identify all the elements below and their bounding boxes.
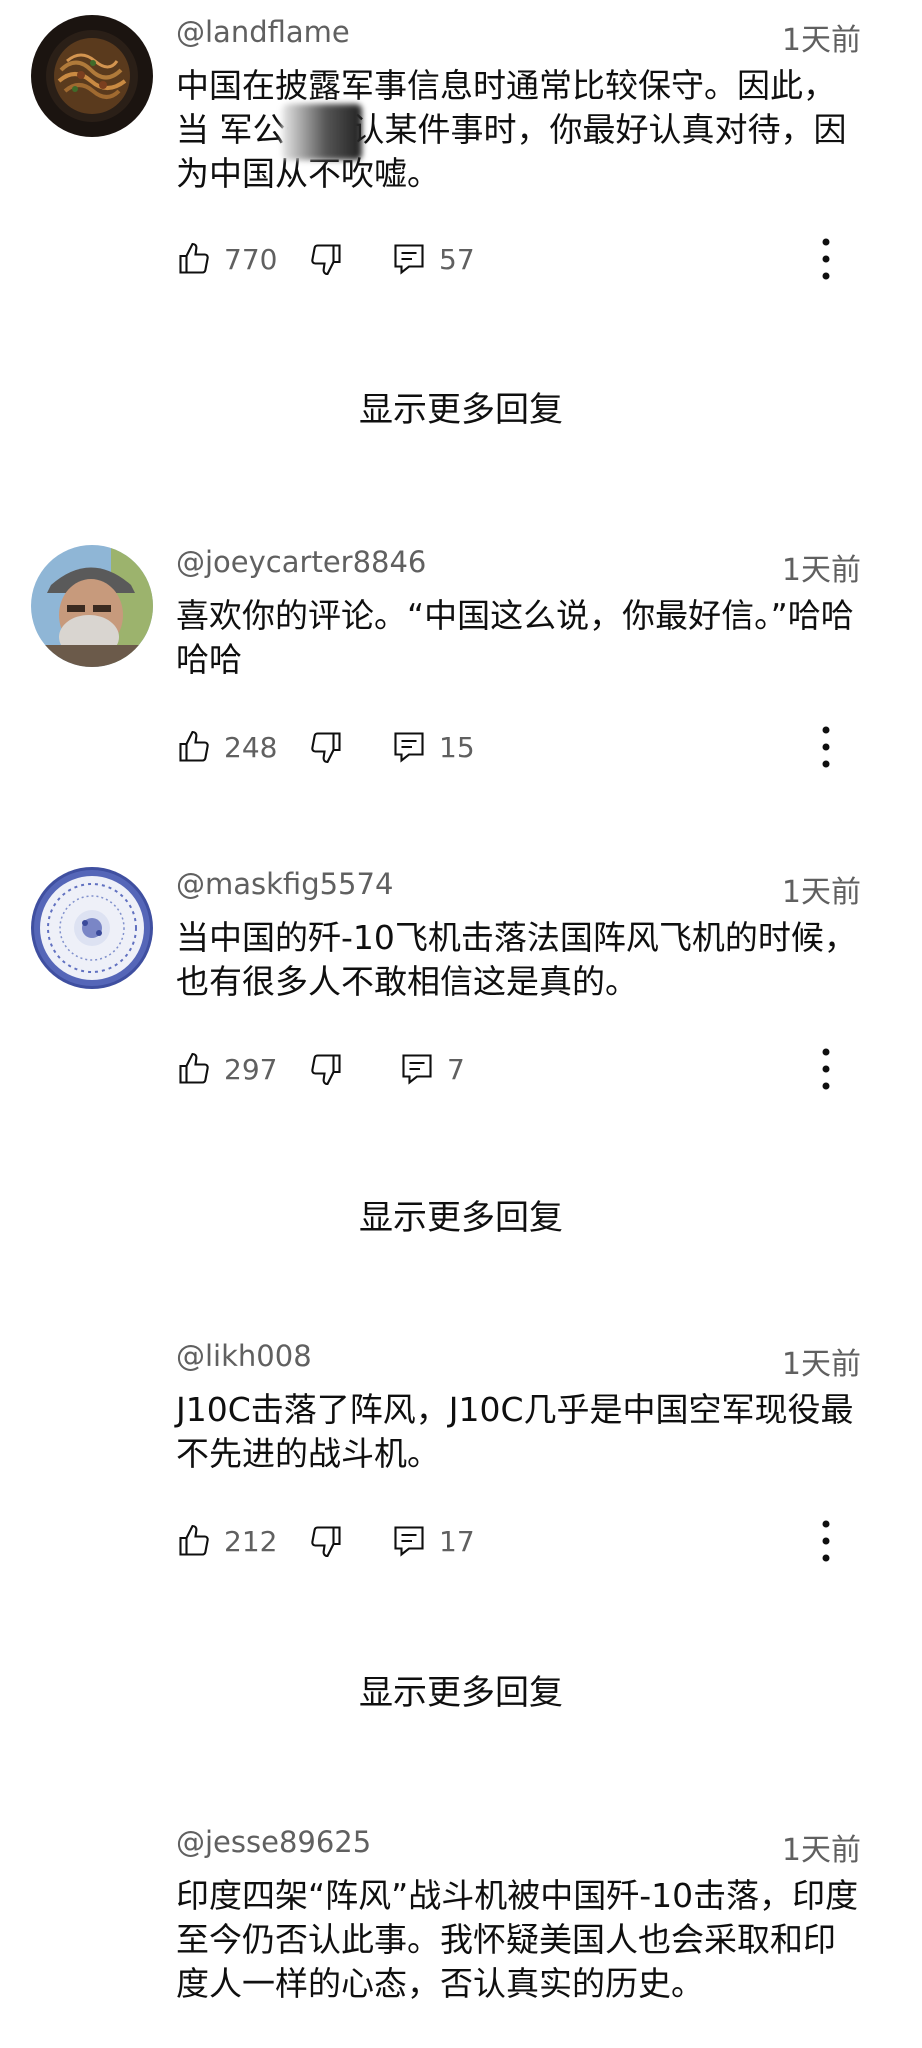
comment-item: @maskfig5574 1天前 当中国的歼-10飞机击落法国阵风飞机的时候，也… — [0, 852, 922, 1112]
thumbs-down-icon — [311, 1054, 341, 1086]
comment-timestamp: 1天前 — [781, 1347, 861, 1382]
like-count: 770 — [224, 242, 278, 276]
dislike-button[interactable] — [308, 722, 344, 772]
thumbs-up-icon — [179, 1524, 209, 1556]
comment-item: @joeycarter8846 1天前 喜欢你的评论。“中国这么说，你最好信。”… — [0, 530, 922, 790]
reply-count: 57 — [439, 242, 475, 276]
like-button[interactable]: 212 — [176, 1516, 277, 1566]
comment-item: @jesse89625 1天前 印度四架“阵风”战斗机被中国歼-10击落，印度至… — [0, 1810, 922, 2048]
porcelain-plate-avatar[interactable] — [31, 867, 153, 989]
thumbs-down-icon — [311, 732, 341, 764]
like-button[interactable]: 248 — [176, 722, 277, 772]
reply-button[interactable]: 7 — [399, 1044, 465, 1094]
like-button[interactable]: 297 — [176, 1044, 277, 1094]
comment-author[interactable]: @landflame — [176, 15, 350, 49]
comment-text: 印度四架“阵风”战斗机被中国歼-10击落，印度至今仍否认此事。我怀疑美国人也会采… — [176, 1876, 859, 2003]
comment-author[interactable]: @jesse89625 — [176, 1825, 371, 1859]
bearded-man-avatar[interactable] — [31, 545, 153, 667]
reply-button[interactable]: 57 — [391, 234, 475, 284]
thumbs-up-icon — [179, 1052, 209, 1084]
comment-author[interactable]: @maskfig5574 — [176, 867, 393, 901]
comment-text: 当中国的歼-10飞机击落法国阵风飞机的时候，也有很多人不敢相信这是真的。 — [176, 918, 857, 1001]
more-options-icon[interactable] — [816, 1044, 836, 1094]
reply-count: 17 — [439, 1524, 475, 1558]
thumbs-up-icon — [179, 242, 209, 274]
like-count: 212 — [224, 1524, 278, 1558]
reply-icon — [394, 244, 424, 275]
dislike-button[interactable] — [308, 1516, 344, 1566]
like-count: 248 — [224, 730, 278, 764]
reply-icon — [394, 732, 424, 763]
comment-author[interactable]: @likh008 — [176, 1339, 312, 1373]
show-more-replies-button[interactable]: 显示更多回复 — [0, 1665, 922, 1714]
thumbs-up-icon — [179, 730, 209, 762]
reply-count: 15 — [439, 730, 475, 764]
comment-timestamp: 1天前 — [781, 875, 861, 910]
noodle-bowl-avatar[interactable] — [31, 15, 153, 137]
comment-text: 喜欢你的评论。“中国这么说，你最好信。”哈哈哈哈 — [176, 596, 854, 679]
comment-text: 中国在披露军事信息时通常比较保守。因此，当 军公开确认某件事时，你最好认真对待，… — [176, 66, 847, 193]
like-button[interactable]: 770 — [176, 234, 277, 284]
comment-timestamp: 1天前 — [781, 23, 861, 58]
dislike-button[interactable] — [308, 234, 344, 284]
more-options-icon[interactable] — [816, 722, 836, 772]
more-options-icon[interactable] — [816, 1516, 836, 1566]
reply-count: 7 — [447, 1052, 465, 1086]
reply-button[interactable]: 17 — [391, 1516, 475, 1566]
comment-timestamp: 1天前 — [781, 553, 861, 588]
dislike-button[interactable] — [308, 1044, 344, 1094]
show-more-replies-button[interactable]: 显示更多回复 — [0, 1190, 922, 1239]
thumbs-down-icon — [311, 1526, 341, 1558]
more-options-icon[interactable] — [816, 234, 836, 284]
show-more-replies-button[interactable]: 显示更多回复 — [0, 382, 922, 431]
reply-icon — [402, 1054, 432, 1085]
comment-timestamp: 1天前 — [781, 1833, 861, 1868]
comment-item: @likh008 1天前 J10C击落了阵风，J10C几乎是中国空军现役最不先进… — [0, 1324, 922, 1584]
comment-item: @landflame 1天前 中国在披露军事信息时通常比较保守。因此，当 军公开… — [0, 0, 922, 300]
reply-button[interactable]: 15 — [391, 722, 475, 772]
like-count: 297 — [224, 1052, 278, 1086]
comment-author[interactable]: @joeycarter8846 — [176, 545, 426, 579]
redaction-blur — [282, 104, 362, 160]
reply-icon — [394, 1526, 424, 1557]
comment-text: J10C击落了阵风，J10C几乎是中国空军现役最不先进的战斗机。 — [176, 1390, 854, 1473]
thumbs-down-icon — [311, 244, 341, 276]
